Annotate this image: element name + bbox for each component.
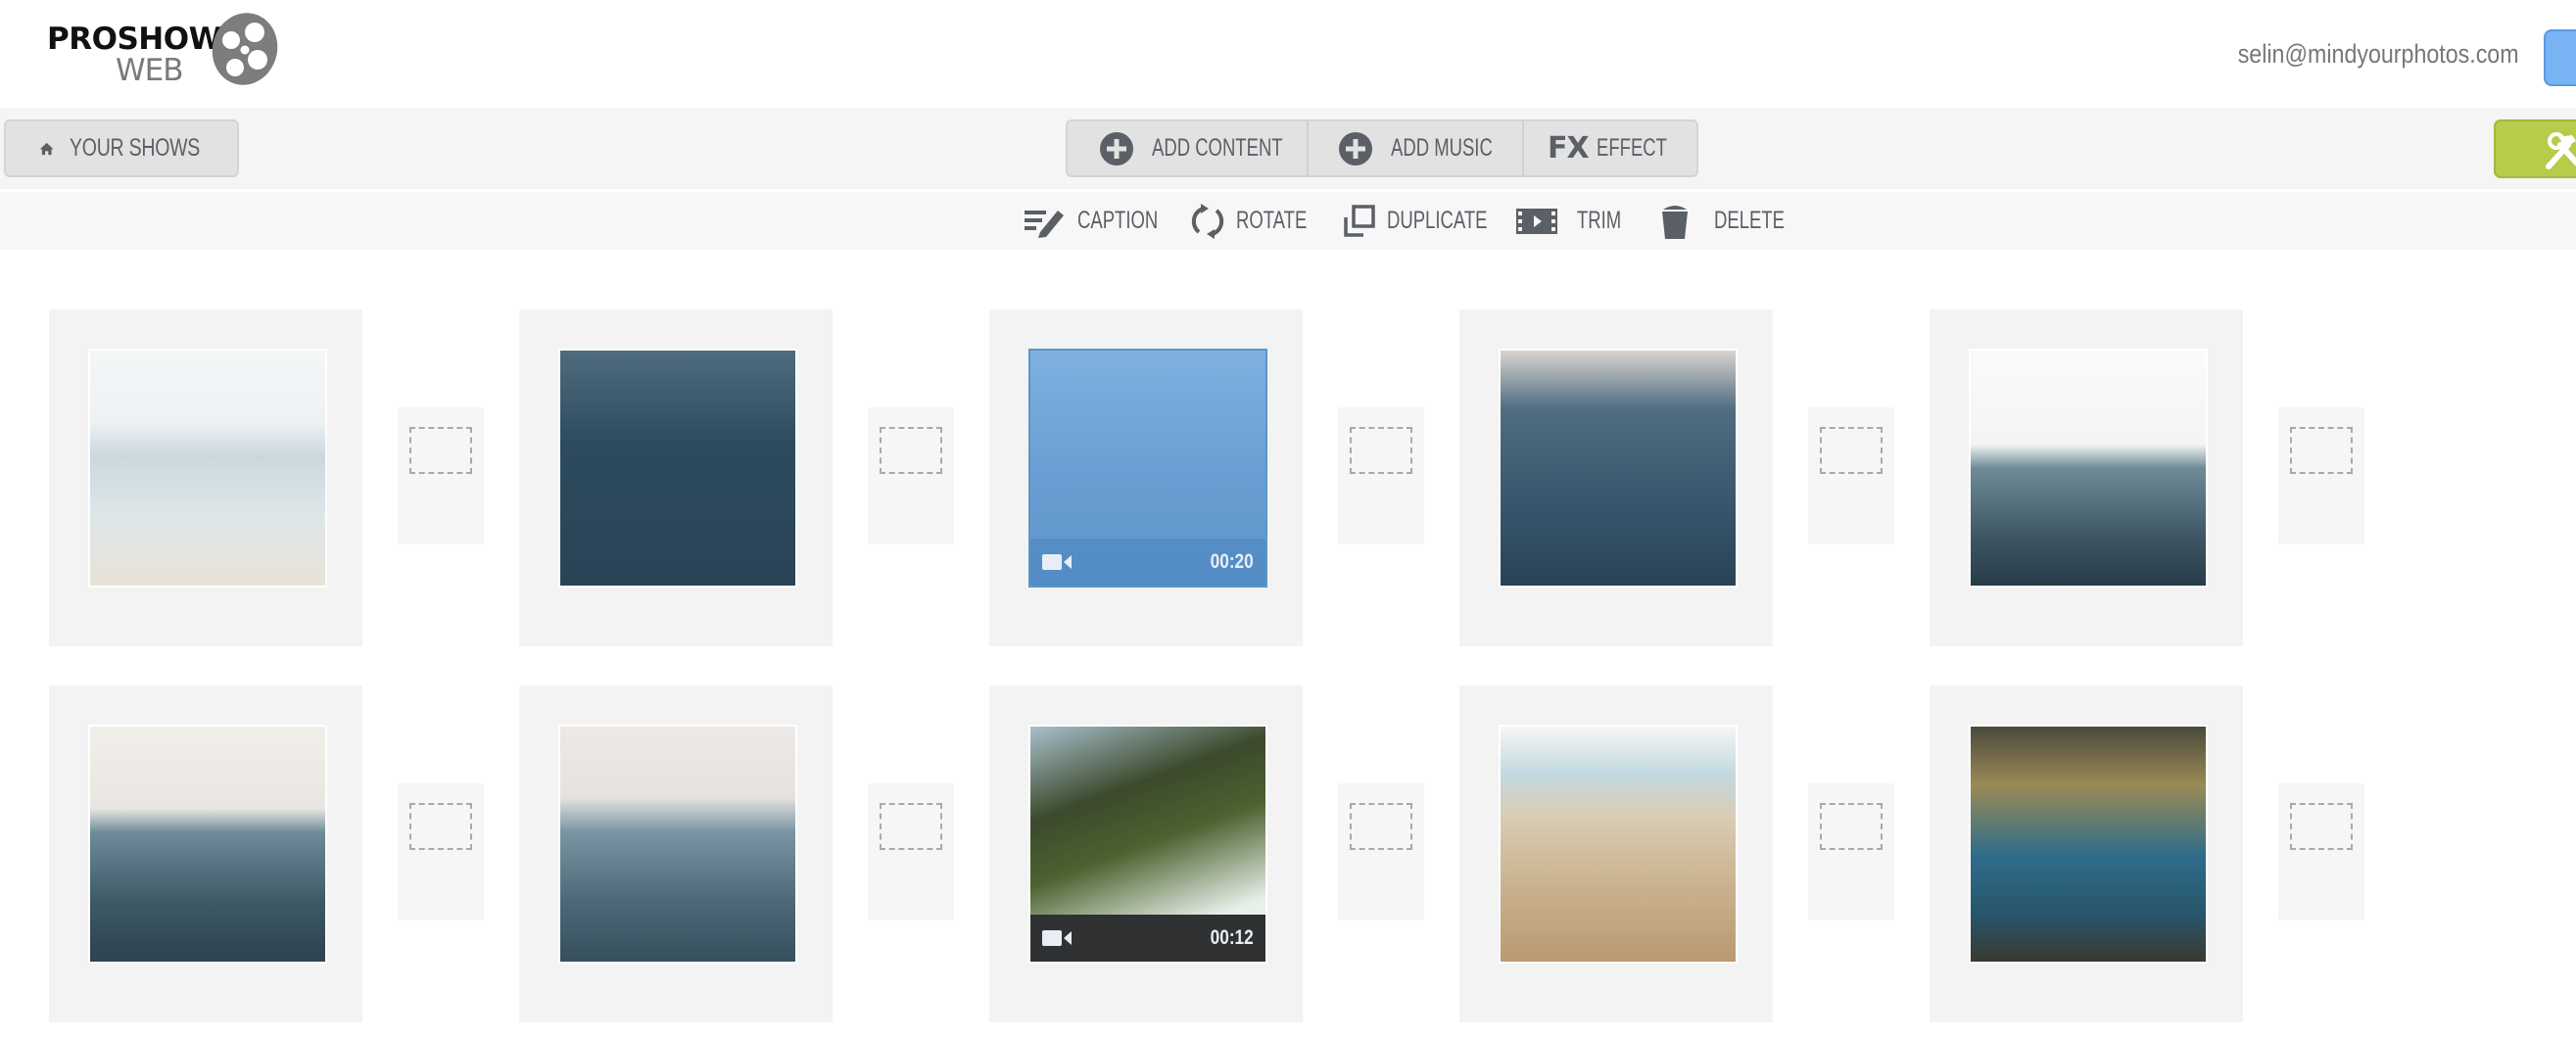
- video-camera-icon: [1042, 930, 1072, 946]
- film-reel-icon: [212, 13, 278, 85]
- transition-slot[interactable]: [1808, 783, 1894, 920]
- video-slide[interactable]: 00:12: [989, 685, 1303, 1022]
- slide-thumbnail[interactable]: [88, 349, 327, 588]
- logo-main-label: PROSHOW: [47, 22, 222, 57]
- slide-thumbnail[interactable]: [88, 725, 327, 964]
- plus-circle-icon: [1100, 131, 1133, 165]
- trim-label: TRIM: [1577, 207, 1622, 234]
- transition-placeholder-icon: [1350, 427, 1412, 474]
- rotate-icon: [1191, 203, 1224, 239]
- transition-slot[interactable]: [2278, 783, 2364, 920]
- transition-slot[interactable]: [1338, 783, 1424, 920]
- duplicate-button[interactable]: DUPLICATE: [1342, 192, 1522, 250]
- your-shows-button[interactable]: YOUR SHOWS: [4, 119, 239, 177]
- delete-button[interactable]: DELETE: [1659, 192, 1809, 250]
- slide-thumbnail[interactable]: 00:20: [1028, 349, 1267, 588]
- trash-icon: [1662, 201, 1688, 239]
- main-toolbar: YOUR SHOWS ADD CONTENT ADD MUSIC FX EFFE…: [0, 108, 2576, 189]
- slide-thumbnail[interactable]: [1969, 349, 2208, 588]
- rotate-button[interactable]: ROTATE: [1189, 192, 1332, 250]
- photo-slide[interactable]: [1459, 309, 1773, 646]
- caption-button[interactable]: CAPTION: [1023, 192, 1186, 250]
- effect-label: EFFECT: [1596, 134, 1667, 162]
- slide-thumbnail[interactable]: [558, 349, 797, 588]
- plus-circle-icon: [1339, 131, 1372, 165]
- video-info-bar: 00:12: [1030, 915, 1265, 962]
- slide-thumbnail[interactable]: [558, 725, 797, 964]
- transition-placeholder-icon: [2290, 803, 2353, 850]
- duplicate-icon: [1344, 204, 1375, 237]
- user-email[interactable]: selin@mindyourphotos.com: [2238, 39, 2519, 70]
- add-music-label: ADD MUSIC: [1391, 134, 1493, 162]
- your-shows-label: YOUR SHOWS: [70, 134, 201, 162]
- transition-slot[interactable]: [868, 783, 954, 920]
- transition-slot[interactable]: [1808, 407, 1894, 544]
- tools-button[interactable]: [2494, 119, 2576, 178]
- video-info-bar: 00:20: [1030, 539, 1265, 586]
- home-icon: [39, 142, 54, 155]
- transition-placeholder-icon: [409, 427, 472, 474]
- transition-placeholder-icon: [2290, 427, 2353, 474]
- transition-slot[interactable]: [2278, 407, 2364, 544]
- transition-placeholder-icon: [409, 803, 472, 850]
- photo-slide[interactable]: [1930, 309, 2243, 646]
- effect-button[interactable]: FX EFFECT: [1524, 121, 1696, 175]
- transition-placeholder-icon: [880, 803, 942, 850]
- slide-thumbnail[interactable]: [1499, 349, 1738, 588]
- add-content-label: ADD CONTENT: [1152, 134, 1283, 162]
- photo-slide[interactable]: [519, 309, 833, 646]
- video-duration: 00:20: [1210, 550, 1254, 573]
- photo-slide[interactable]: [519, 685, 833, 1022]
- slide-toolbar: CAPTION ROTATE DUPLICATE TRIM DELETE: [0, 192, 2576, 250]
- caption-label: CAPTION: [1077, 207, 1159, 234]
- transition-placeholder-icon: [1820, 803, 1883, 850]
- transition-slot[interactable]: [1338, 407, 1424, 544]
- photo-slide[interactable]: [49, 685, 362, 1022]
- video-duration: 00:12: [1210, 926, 1254, 949]
- transition-slot[interactable]: [398, 407, 484, 544]
- delete-label: DELETE: [1714, 207, 1785, 234]
- film-trim-icon: [1516, 208, 1557, 234]
- slide-thumbnail[interactable]: [1499, 725, 1738, 964]
- transition-slot[interactable]: [868, 407, 954, 544]
- add-content-button[interactable]: ADD CONTENT: [1068, 121, 1309, 175]
- fx-icon: FX: [1548, 131, 1590, 165]
- photo-slide[interactable]: [1930, 685, 2243, 1022]
- account-button[interactable]: [2544, 29, 2576, 86]
- logo-text-main: PROSHOW®: [47, 22, 229, 57]
- add-button-group: ADD CONTENT ADD MUSIC FX EFFECT: [1066, 119, 1698, 177]
- slide-thumbnail[interactable]: 00:12: [1028, 725, 1267, 964]
- add-music-button[interactable]: ADD MUSIC: [1309, 121, 1524, 175]
- transition-placeholder-icon: [880, 427, 942, 474]
- video-slide[interactable]: 00:20: [989, 309, 1303, 646]
- transition-placeholder-icon: [1350, 803, 1412, 850]
- transition-slot[interactable]: [398, 783, 484, 920]
- transition-placeholder-icon: [1820, 427, 1883, 474]
- video-camera-icon: [1042, 554, 1072, 570]
- photo-slide[interactable]: [49, 309, 362, 646]
- trim-button[interactable]: TRIM: [1516, 192, 1637, 250]
- app-header: PROSHOW® WEB selin@mindyourphotos.com: [0, 0, 2576, 108]
- photo-slide[interactable]: [1459, 685, 1773, 1022]
- caption-edit-icon: [1025, 210, 1064, 238]
- proshow-web-logo[interactable]: PROSHOW® WEB: [47, 13, 282, 92]
- rotate-label: ROTATE: [1236, 207, 1308, 234]
- hammer-wrench-icon: [2546, 132, 2576, 169]
- duplicate-label: DUPLICATE: [1387, 207, 1488, 234]
- slide-thumbnail[interactable]: [1969, 725, 2208, 964]
- logo-text-sub: WEB: [116, 53, 184, 88]
